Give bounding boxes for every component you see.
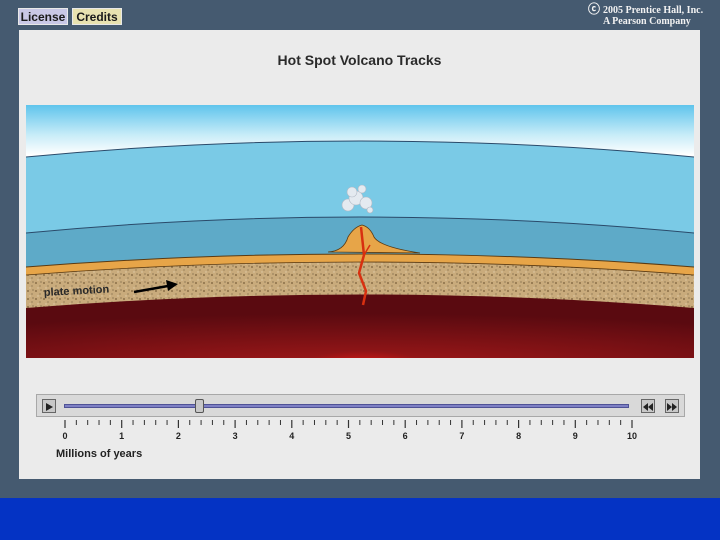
rewind-button[interactable]	[641, 399, 655, 413]
credits-button[interactable]: Credits	[72, 8, 122, 25]
top-toolbar: License Credits ⓒ 2005 Prentice Hall, In…	[0, 0, 720, 30]
axis-label: Millions of years	[56, 448, 143, 460]
license-button[interactable]: License	[18, 8, 68, 25]
copyright-line-1: 2005 Prentice Hall, Inc.	[603, 5, 704, 16]
fast-forward-icon	[667, 403, 677, 411]
tick-label: 5	[345, 431, 351, 441]
copyright-line-2: A Pearson Company	[603, 16, 691, 27]
tick-label: 7	[459, 431, 465, 441]
volcano-scene: plate motion	[26, 105, 694, 358]
rewind-icon	[643, 403, 653, 411]
tick-label: 9	[572, 431, 578, 441]
play-button[interactable]	[42, 399, 56, 413]
tick-label: 6	[402, 431, 408, 441]
animation-panel: Hot Spot Volcano Tracks plate motion 0 1…	[19, 30, 700, 479]
playback-controls	[36, 394, 685, 417]
page-title: Hot Spot Volcano Tracks	[277, 52, 442, 68]
tick-label: 4	[289, 431, 295, 441]
tick-label: 8	[516, 431, 522, 441]
tick-label: 0	[62, 431, 68, 441]
tick-label: 10	[626, 431, 637, 441]
timeline-slider-thumb[interactable]	[194, 399, 204, 413]
tick-label: 3	[232, 431, 238, 441]
play-icon	[46, 403, 53, 411]
copyright-symbol: ⓒ	[588, 2, 601, 16]
tick-label: 2	[175, 431, 181, 441]
tick-label: 1	[119, 431, 125, 441]
fast-forward-button[interactable]	[665, 399, 679, 413]
bottom-bar	[0, 498, 720, 540]
timeline-slider-track[interactable]	[64, 404, 629, 408]
